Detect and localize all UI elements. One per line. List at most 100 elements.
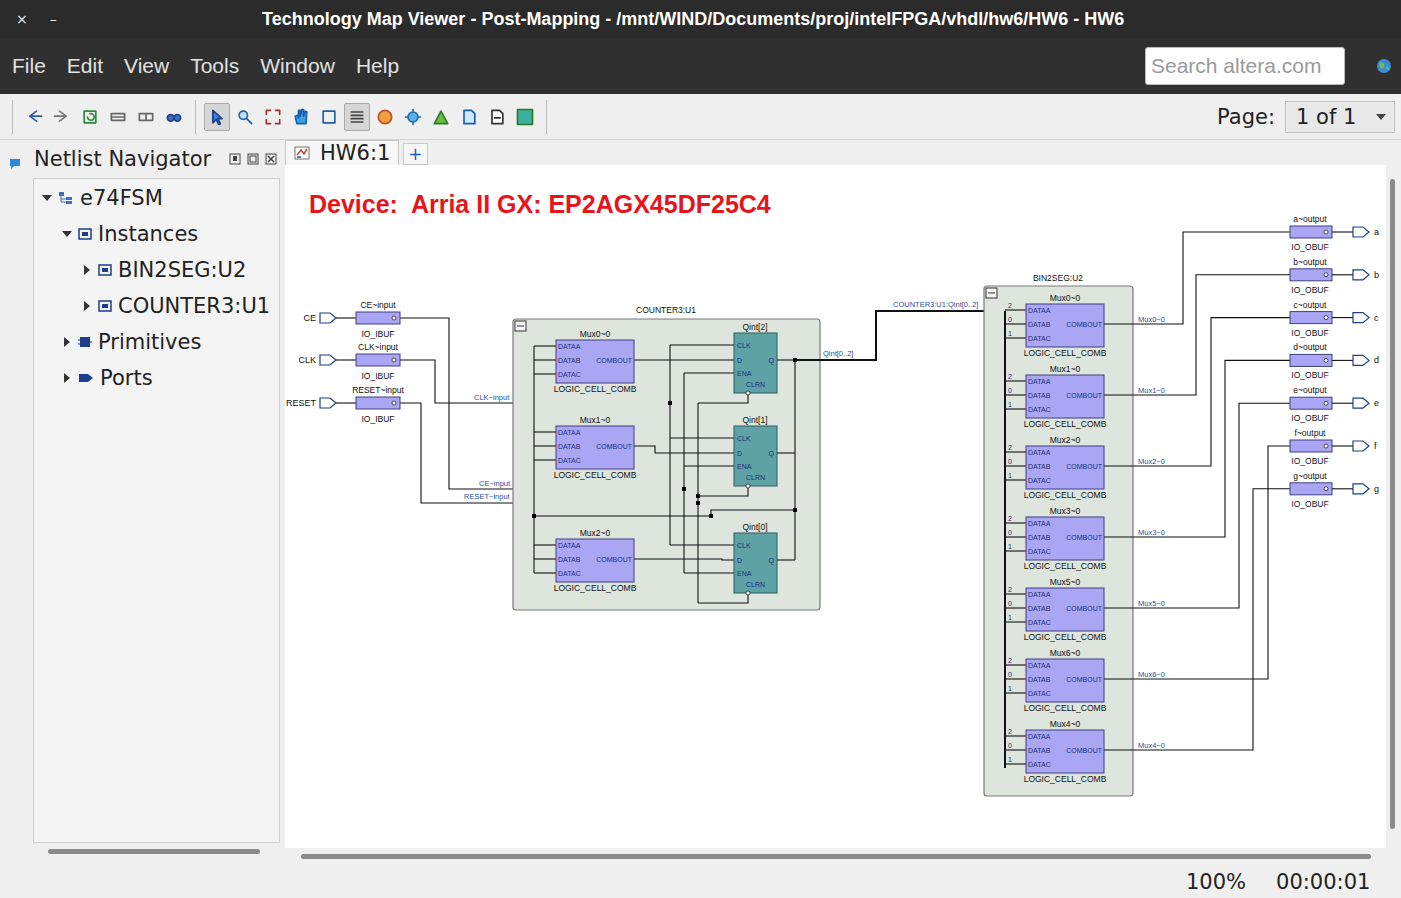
lut-box[interactable] (1026, 517, 1104, 560)
input-buffer[interactable] (356, 397, 400, 409)
expanded-arrow-icon[interactable] (42, 195, 52, 201)
instance-box[interactable] (984, 286, 1133, 796)
toolbar-button[interactable] (105, 103, 131, 131)
toolbar-button[interactable] (161, 103, 187, 131)
menu-item[interactable]: File (12, 54, 46, 78)
close-icon[interactable] (265, 153, 277, 165)
lut-box[interactable] (1026, 446, 1104, 489)
toolbar-button[interactable] (400, 103, 426, 131)
toolbar-button[interactable] (316, 103, 342, 131)
logic-cell[interactable]: Mux1~0DATAADATABDATACCOMBOUTLOGIC_CELL_C… (554, 415, 637, 480)
collapsed-arrow-icon[interactable] (64, 373, 70, 383)
globe-icon[interactable] (1376, 58, 1392, 74)
lut-box[interactable] (556, 340, 634, 383)
input-buffer[interactable] (356, 312, 400, 324)
vertical-scrollbar[interactable] (1386, 165, 1399, 848)
menu-item[interactable]: Tools (190, 54, 239, 78)
lut-box[interactable] (1026, 588, 1104, 631)
collapsed-arrow-icon[interactable] (64, 337, 70, 347)
tree-item[interactable]: e74FSM (34, 180, 279, 216)
counter-instance[interactable]: COUNTER3:U1Mux0~0DATAADATABDATACCOMBOUTL… (513, 305, 820, 610)
toolbar-button[interactable] (260, 103, 286, 131)
register-box[interactable] (734, 333, 777, 393)
register-box[interactable] (734, 426, 777, 486)
logic-cell[interactable]: 201Mux3~0DATAADATABDATACCOMBOUTLOGIC_CEL… (1005, 360, 1290, 571)
input-buffer[interactable] (356, 354, 400, 366)
logic-cell[interactable]: 201Mux0~0DATAADATABDATACCOMBOUTLOGIC_CEL… (1005, 232, 1290, 358)
register[interactable]: Qint[1]CLKDENACLRNQ (734, 415, 777, 488)
toolbar-button[interactable] (204, 103, 230, 131)
output-buffer[interactable] (1290, 397, 1332, 409)
output-buffer[interactable] (1290, 483, 1332, 495)
tab[interactable]: HW6:1 (285, 140, 399, 165)
output-port[interactable]: e~outputIO_OBUFe (1290, 385, 1379, 423)
collapse-icon[interactable] (986, 288, 997, 298)
output-port[interactable]: b~outputIO_OBUFb (1290, 257, 1379, 295)
toolbar-button[interactable] (232, 103, 258, 131)
schematic-canvas[interactable]: Device: Arria II GX: EP2AGX45DF25C4CECE~… (285, 165, 1386, 848)
register-box[interactable] (734, 533, 777, 593)
lut-box[interactable] (556, 426, 634, 469)
search-field[interactable] (1145, 47, 1345, 85)
toolbar-button[interactable] (372, 103, 398, 131)
output-buffer[interactable] (1290, 226, 1332, 238)
logic-cell[interactable]: Mux0~0DATAADATABDATACCOMBOUTLOGIC_CELL_C… (554, 329, 637, 394)
toolbar-button[interactable] (484, 103, 510, 131)
lut-box[interactable] (1026, 659, 1104, 702)
lut-box[interactable] (556, 539, 634, 582)
logic-cell[interactable]: 201Mux6~0DATAADATABDATACCOMBOUTLOGIC_CEL… (1005, 446, 1290, 713)
lut-box[interactable] (1026, 375, 1104, 418)
tree-item[interactable]: Ports (34, 360, 279, 396)
add-tab-button[interactable]: + (403, 143, 427, 165)
register[interactable]: Qint[0]CLKDENACLRNQ (734, 522, 777, 595)
float-icon[interactable] (247, 153, 259, 165)
toolbar-button[interactable] (133, 103, 159, 131)
toolbar-button[interactable] (288, 103, 314, 131)
output-buffer[interactable] (1290, 440, 1332, 452)
window-control-button[interactable]: – (50, 11, 57, 27)
toolbar-button[interactable] (428, 103, 454, 131)
output-port[interactable]: c~outputIO_OBUFc (1290, 300, 1379, 338)
menu-item[interactable]: View (124, 54, 169, 78)
window-control-button[interactable]: × (16, 11, 28, 27)
lut-box[interactable] (1026, 730, 1104, 773)
output-port[interactable]: d~outputIO_OBUFd (1290, 342, 1379, 380)
logic-cell[interactable]: 201Mux2~0DATAADATABDATACCOMBOUTLOGIC_CEL… (1005, 318, 1290, 500)
decoder-instance[interactable]: BIN2SEG:U2201Mux0~0DATAADATABDATACCOMBOU… (984, 232, 1290, 796)
collapsed-arrow-icon[interactable] (84, 265, 90, 275)
logic-cell[interactable]: 201Mux5~0DATAADATABDATACCOMBOUTLOGIC_CEL… (1005, 403, 1290, 642)
collapse-icon[interactable] (515, 321, 526, 331)
toolbar-button[interactable] (456, 103, 482, 131)
pin-icon[interactable] (229, 153, 241, 165)
toolbar-button[interactable] (77, 103, 103, 131)
logic-cell[interactable]: Mux2~0DATAADATABDATACCOMBOUTLOGIC_CELL_C… (554, 528, 637, 593)
output-port[interactable]: g~outputIO_OBUFg (1290, 471, 1379, 509)
tree-item[interactable]: COUNTER3:U1 (34, 288, 279, 324)
output-buffer[interactable] (1290, 354, 1332, 366)
menu-item[interactable]: Help (356, 54, 399, 78)
output-buffer[interactable] (1290, 269, 1332, 281)
toolbar-button[interactable] (21, 103, 47, 131)
lut-box[interactable] (1026, 304, 1104, 347)
output-port[interactable]: f~outputIO_OBUFf (1290, 428, 1377, 466)
scrollbar-thumb[interactable] (48, 849, 260, 854)
horizontal-scrollbar[interactable] (285, 848, 1401, 865)
toolbar-button[interactable] (49, 103, 75, 131)
tree-item[interactable]: Primitives (34, 324, 279, 360)
expanded-arrow-icon[interactable] (62, 231, 72, 237)
tree-item[interactable]: Instances (34, 216, 279, 252)
output-buffer[interactable] (1290, 312, 1332, 324)
navigator-scrollbar[interactable] (33, 843, 280, 859)
logic-cell[interactable]: 201Mux1~0DATAADATABDATACCOMBOUTLOGIC_CEL… (1005, 275, 1290, 429)
scrollbar-thumb[interactable] (1390, 179, 1395, 829)
toolbar-button[interactable] (344, 103, 370, 131)
output-port[interactable]: a~outputIO_OBUFa (1290, 214, 1379, 252)
page-dropdown[interactable]: 1 of 1 (1285, 101, 1395, 133)
register[interactable]: Qint[2]CLKDENACLRNQ (734, 322, 777, 395)
menu-item[interactable]: Edit (67, 54, 103, 78)
menu-item[interactable]: Window (260, 54, 335, 78)
scrollbar-thumb[interactable] (301, 854, 1371, 859)
toolbar-button[interactable] (512, 103, 538, 131)
collapsed-arrow-icon[interactable] (84, 301, 90, 311)
logic-cell[interactable]: 201Mux4~0DATAADATABDATACCOMBOUTLOGIC_CEL… (1005, 489, 1290, 784)
